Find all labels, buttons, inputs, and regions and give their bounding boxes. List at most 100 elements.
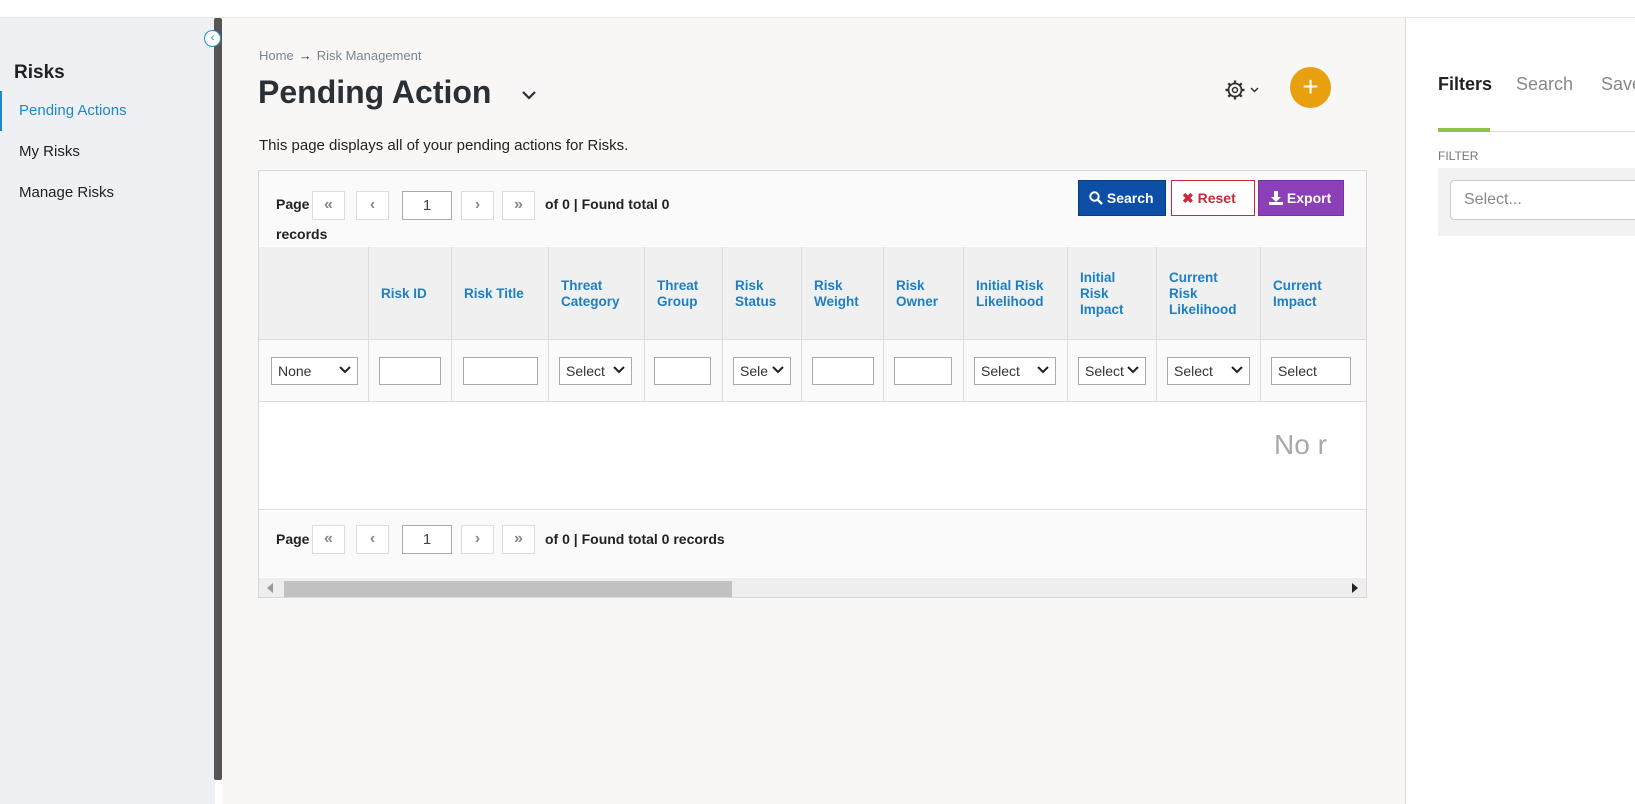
chevron-down-icon xyxy=(772,366,784,374)
page-number-input[interactable]: 1 xyxy=(402,525,452,554)
column-header-select xyxy=(259,247,369,340)
current-impact-filter-value: Select xyxy=(1278,363,1317,379)
filter-cell: Select xyxy=(1157,340,1261,402)
page-number-input[interactable]: 1 xyxy=(402,191,452,220)
last-page-button[interactable]: » xyxy=(502,191,535,220)
filter-cell xyxy=(884,340,964,402)
initial-likelihood-filter-value: Select xyxy=(981,363,1020,379)
current-likelihood-filter-select[interactable]: Select xyxy=(1167,357,1250,385)
column-header-threat-group[interactable]: Threat Group xyxy=(645,247,723,340)
column-header-initial-risk-likelihood[interactable]: Initial Risk Likelihood xyxy=(964,247,1068,340)
threat-category-filter-select[interactable]: Select xyxy=(559,357,632,385)
scroll-left-arrow-icon[interactable] xyxy=(267,583,273,593)
sidebar-item-pending-actions[interactable]: Pending Actions xyxy=(0,91,214,131)
initial-likelihood-filter-select[interactable]: Select xyxy=(974,357,1056,385)
pager-top: Page « ‹ 1 › » of 0 | Found total 0 reco… xyxy=(259,171,1366,246)
chevron-down-icon xyxy=(339,366,351,374)
prev-page-button[interactable]: ‹ xyxy=(356,191,389,220)
threat-category-filter-value: Select xyxy=(566,363,605,379)
sidebar-item-my-risks[interactable]: My Risks xyxy=(0,132,214,172)
sidebar-item-manage-risks[interactable]: Manage Risks xyxy=(0,173,214,213)
data-grid: Page « ‹ 1 › » of 0 | Found total 0 reco… xyxy=(258,170,1367,598)
search-button[interactable]: Search xyxy=(1078,180,1166,216)
chevron-down-icon xyxy=(1127,366,1139,374)
risk-id-filter-input[interactable] xyxy=(379,357,441,385)
empty-message: No r xyxy=(1274,429,1327,460)
add-button[interactable]: + xyxy=(1290,67,1331,108)
next-page-button[interactable]: › xyxy=(461,525,494,554)
horizontal-scrollbar[interactable] xyxy=(259,578,1366,597)
prev-page-button[interactable]: ‹ xyxy=(356,525,389,554)
threat-group-filter-input[interactable] xyxy=(654,357,711,385)
pager-bottom: Page « ‹ 1 › » of 0 | Found total 0 reco… xyxy=(259,511,1366,577)
tab-save[interactable]: Save xyxy=(1601,74,1635,95)
column-header-risk-status[interactable]: Risk Status xyxy=(723,247,802,340)
pager-records-text: records xyxy=(276,226,328,242)
sidebar-scrollbar[interactable] xyxy=(214,18,222,780)
filter-cell xyxy=(369,340,452,402)
current-likelihood-filter-value: Select xyxy=(1174,363,1213,379)
export-button-label: Export xyxy=(1286,190,1332,206)
first-page-button[interactable]: « xyxy=(312,525,345,554)
tab-filters[interactable]: Filters xyxy=(1438,74,1492,95)
pager-page-label: Page xyxy=(276,196,310,212)
gear-icon[interactable] xyxy=(1224,78,1264,102)
scrollbar-thumb[interactable] xyxy=(284,581,732,597)
sidebar-title: Risks xyxy=(14,62,65,83)
search-icon xyxy=(1089,191,1103,205)
title-chevron-down-icon[interactable] xyxy=(520,86,538,104)
column-header-current-risk-likelihood[interactable]: Current Risk Likelihood xyxy=(1157,247,1261,340)
filter-row: None Select Sele Select Select Select Se… xyxy=(259,340,1366,402)
export-button[interactable]: Export xyxy=(1258,180,1344,216)
column-header-initial-risk-impact[interactable]: Initial Risk Impact xyxy=(1068,247,1157,340)
page-title: Pending Action xyxy=(258,74,492,110)
breadcrumb-arrow-icon: → xyxy=(298,48,312,63)
chevron-down-icon xyxy=(1037,366,1049,374)
filter-none-value: None xyxy=(278,363,312,379)
scroll-right-arrow-icon[interactable] xyxy=(1352,583,1358,593)
column-header-risk-title[interactable]: Risk Title xyxy=(452,247,549,340)
chevron-down-icon xyxy=(613,366,625,374)
tab-search[interactable]: Search xyxy=(1516,74,1573,95)
risk-title-filter-input[interactable] xyxy=(463,357,538,385)
column-header-risk-weight[interactable]: Risk Weight xyxy=(802,247,884,340)
pager-total-text: of 0 | Found total 0 records xyxy=(545,531,725,547)
first-page-button[interactable]: « xyxy=(312,191,345,220)
breadcrumb: Home → Risk Management xyxy=(259,48,421,63)
pager-total-text: of 0 | Found total 0 xyxy=(545,196,670,212)
column-header-risk-owner[interactable]: Risk Owner xyxy=(884,247,964,340)
page-description: This page displays all of your pending a… xyxy=(259,137,629,154)
reset-button[interactable]: ✖ Reset xyxy=(1171,180,1255,216)
filter-label: FILTER xyxy=(1438,149,1479,163)
last-page-button[interactable]: » xyxy=(502,525,535,554)
risk-owner-filter-input[interactable] xyxy=(894,357,952,385)
x-icon: ✖ xyxy=(1182,190,1194,206)
filter-cell: Select xyxy=(1068,340,1157,402)
initial-impact-filter-value: Select xyxy=(1085,363,1124,379)
breadcrumb-home[interactable]: Home xyxy=(259,48,294,63)
initial-impact-filter-select[interactable]: Select xyxy=(1078,357,1146,385)
risk-weight-filter-input[interactable] xyxy=(812,357,874,385)
active-tab-indicator xyxy=(1438,128,1490,132)
current-impact-filter-select[interactable]: Select xyxy=(1271,357,1351,385)
filter-cell: Sele xyxy=(723,340,802,402)
pager-page-label: Page xyxy=(276,531,310,547)
filter-cell xyxy=(645,340,723,402)
top-bar xyxy=(0,0,1635,18)
filter-cell: Select xyxy=(549,340,645,402)
column-header-risk-id[interactable]: Risk ID xyxy=(369,247,452,340)
search-button-label: Search xyxy=(1106,190,1154,206)
filter-select[interactable]: Select... xyxy=(1450,180,1635,220)
collapse-sidebar-icon[interactable]: ‹ xyxy=(204,30,221,47)
filter-cell: Select xyxy=(1261,340,1366,402)
next-page-button[interactable]: › xyxy=(461,191,494,220)
filter-none-select[interactable]: None xyxy=(271,357,358,385)
breadcrumb-current[interactable]: Risk Management xyxy=(317,48,422,63)
filter-cell: None xyxy=(259,340,369,402)
column-header-threat-category[interactable]: Threat Category xyxy=(549,247,645,340)
risk-status-filter-select[interactable]: Sele xyxy=(733,357,791,385)
column-header-current-impact[interactable]: Current Impact xyxy=(1261,247,1366,340)
risk-status-filter-value: Sele xyxy=(740,363,769,379)
filter-cell: Select xyxy=(964,340,1068,402)
right-panel: Filters Search Save FILTER Select... xyxy=(1405,18,1635,804)
